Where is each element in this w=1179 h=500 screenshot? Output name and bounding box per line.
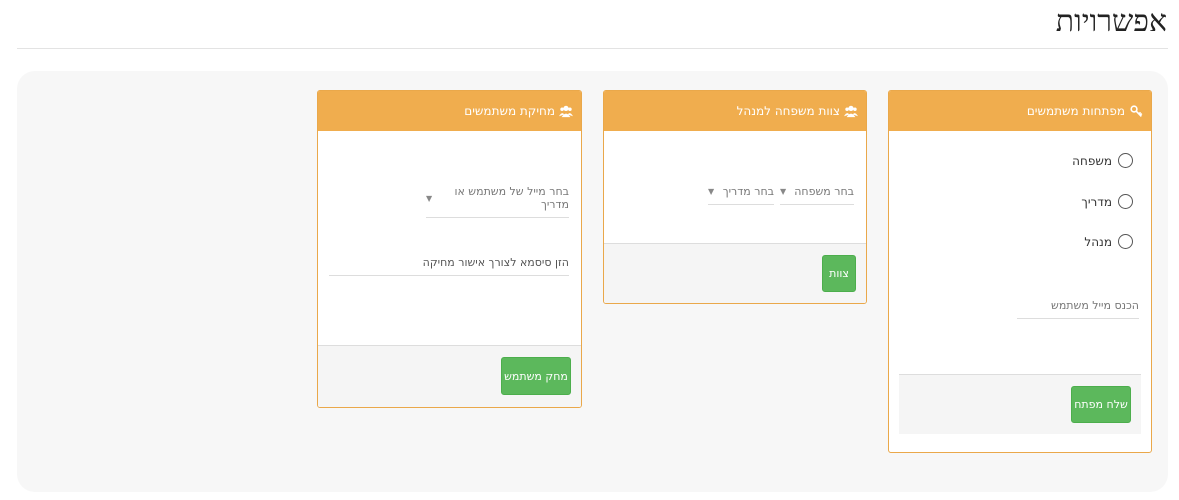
family-select[interactable]: בחר משפחה ▼ xyxy=(780,185,854,205)
delete-users-card-title: מחיקת משתמשים xyxy=(464,104,555,118)
delete-users-card: מחיקת משתמשים בחר מייל של משתמש או מדריך… xyxy=(317,90,582,408)
assign-family-card-footer: צוות xyxy=(604,243,866,303)
radio-guide[interactable]: מדריך xyxy=(1081,194,1133,209)
delete-users-card-header: מחיקת משתמשים xyxy=(318,91,581,131)
title-divider xyxy=(17,48,1168,49)
user-email-input[interactable]: הכנס מייל משתמש xyxy=(1017,299,1139,319)
user-email-select-value: בחר מייל של משתמש או מדריך xyxy=(454,185,569,211)
guide-select-value: בחר מדריך xyxy=(722,185,774,198)
user-keys-card-header: מפתחות משתמשים xyxy=(889,91,1151,131)
users-icon xyxy=(559,104,573,118)
user-keys-card-title: מפתחות משתמשים xyxy=(1026,104,1125,118)
radio-circle-icon[interactable] xyxy=(1118,234,1133,249)
delete-password-input[interactable]: הזן סיסמא לצורך אישור מחיקה xyxy=(329,256,569,276)
user-email-select[interactable]: בחר מייל של משתמש או מדריך ▼ xyxy=(426,185,569,218)
radio-circle-icon[interactable] xyxy=(1118,194,1133,209)
assign-family-card-header: צוות משפחה למנהל xyxy=(604,91,866,131)
page-title: אפשרויות xyxy=(1055,4,1167,39)
caret-down-icon: ▼ xyxy=(780,187,787,196)
delete-users-card-footer: מחק משתמש xyxy=(318,345,581,407)
radio-manager-label: מנהל xyxy=(1084,234,1112,249)
assign-family-card: צוות משפחה למנהל בחר משפחה ▼ בחר מדריך ▼… xyxy=(603,90,867,304)
users-icon xyxy=(844,104,858,118)
key-icon xyxy=(1129,104,1143,118)
user-keys-card: מפתחות משתמשים משפחה מדריך מנהל הכנס מיי… xyxy=(888,90,1152,453)
delete-user-button[interactable]: מחק משתמש xyxy=(501,357,571,395)
assign-family-card-title: צוות משפחה למנהל xyxy=(736,104,840,118)
caret-down-icon: ▼ xyxy=(426,193,433,203)
radio-manager[interactable]: מנהל xyxy=(1084,234,1133,249)
user-keys-card-footer: שלח מפתח xyxy=(899,374,1141,434)
radio-family-label: משפחה xyxy=(1072,153,1112,168)
caret-down-icon: ▼ xyxy=(708,187,715,196)
radio-circle-icon[interactable] xyxy=(1118,153,1133,168)
guide-select[interactable]: בחר מדריך ▼ xyxy=(708,185,774,205)
assign-button[interactable]: צוות xyxy=(822,255,856,292)
send-key-button[interactable]: שלח מפתח xyxy=(1071,386,1131,423)
radio-family[interactable]: משפחה xyxy=(1072,153,1133,168)
radio-guide-label: מדריך xyxy=(1081,194,1112,209)
family-select-value: בחר משפחה xyxy=(794,185,854,198)
